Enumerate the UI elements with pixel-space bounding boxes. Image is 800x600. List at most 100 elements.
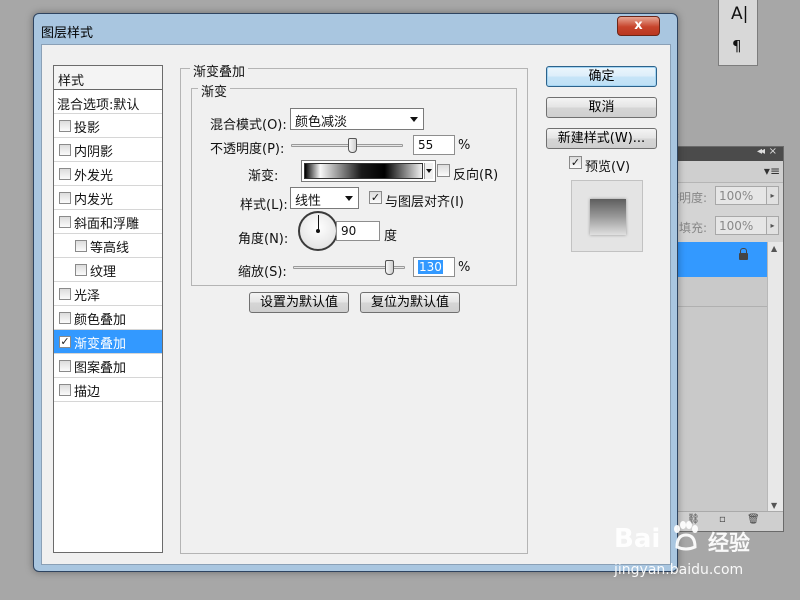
- inner-glow-label: 内发光: [74, 193, 114, 208]
- style-item-pattern-overlay[interactable]: 图案叠加: [54, 354, 162, 378]
- collapse-icon[interactable]: ◂◂: [757, 146, 765, 157]
- new-style-button[interactable]: 新建样式(W)...: [546, 128, 657, 149]
- pattern-overlay-label: 图案叠加: [74, 361, 127, 376]
- style-item-texture[interactable]: 纹理: [54, 258, 162, 282]
- style-label: 样式(L):: [240, 198, 288, 213]
- type-tool-glyph[interactable]: A|: [731, 4, 748, 24]
- panel-close-icon[interactable]: ×: [769, 146, 777, 157]
- stroke-checkbox[interactable]: [59, 384, 71, 396]
- close-button[interactable]: x: [617, 16, 660, 36]
- lock-icon: [739, 248, 748, 260]
- layers-opacity-field[interactable]: 100%: [715, 186, 767, 205]
- set-default-button[interactable]: 设置为默认值: [249, 292, 349, 313]
- pattern-overlay-checkbox[interactable]: [59, 360, 71, 372]
- outer-glow-checkbox[interactable]: [59, 168, 71, 180]
- opacity-percent: %: [458, 138, 471, 153]
- scroll-up-icon[interactable]: ▲: [771, 244, 777, 253]
- style-list: 样式 混合选项:默认 投影 内阴影 外发光 内发光 斜面和浮雕 等高线 纹理 光…: [53, 65, 163, 553]
- contour-checkbox[interactable]: [75, 240, 87, 252]
- scroll-down-icon[interactable]: ▼: [771, 501, 777, 510]
- align-layer-checkbox[interactable]: ✓: [369, 191, 382, 204]
- gradient-overlay-checkbox[interactable]: ✓: [59, 336, 71, 348]
- drop-shadow-label: 投影: [74, 121, 101, 136]
- angle-input[interactable]: 90: [336, 221, 380, 241]
- bevel-emboss-checkbox[interactable]: [59, 216, 71, 228]
- gradient-sub-title: 渐变: [198, 81, 231, 100]
- gradient-dropdown-icon[interactable]: [424, 163, 433, 179]
- layers-scrollbar[interactable]: ▲ ▼: [767, 242, 783, 512]
- watermark-text: 经验: [708, 531, 750, 555]
- style-item-inner-glow[interactable]: 内发光: [54, 186, 162, 210]
- style-item-stroke[interactable]: 描边: [54, 378, 162, 402]
- align-layer-label: 与图层对齐(I): [385, 195, 464, 210]
- style-list-header[interactable]: 样式: [54, 66, 162, 90]
- paw-icon: [674, 521, 698, 551]
- texture-checkbox[interactable]: [75, 264, 87, 276]
- blend-mode-label: 混合模式(O):: [210, 118, 287, 133]
- gradient-overlay-title: 渐变叠加: [190, 61, 249, 80]
- trash-icon[interactable]: 🗑: [747, 514, 760, 525]
- blend-options-label: 混合选项:默认: [57, 98, 140, 113]
- angle-unit: 度: [384, 229, 398, 244]
- ok-button[interactable]: 确定: [546, 66, 657, 87]
- layers-fill-label: 填充:: [679, 221, 708, 235]
- style-item-drop-shadow[interactable]: 投影: [54, 114, 162, 138]
- style-item-inner-shadow[interactable]: 内阴影: [54, 138, 162, 162]
- style-item-satin[interactable]: 光泽: [54, 282, 162, 306]
- bevel-emboss-label: 斜面和浮雕: [74, 217, 140, 232]
- contour-label: 等高线: [90, 241, 130, 256]
- preview-label: 预览(V): [585, 160, 631, 175]
- gradient-label: 渐变:: [248, 169, 279, 184]
- scale-input[interactable]: 130: [413, 257, 455, 277]
- inner-glow-checkbox[interactable]: [59, 192, 71, 204]
- texture-label: 纹理: [90, 265, 117, 280]
- layer-row-background[interactable]: [669, 277, 767, 307]
- opacity-slider-thumb[interactable]: [347, 138, 357, 153]
- reverse-checkbox[interactable]: [437, 164, 450, 177]
- style-item-blend-options[interactable]: 混合选项:默认: [54, 90, 162, 114]
- layers-panel-tabs: ▾≡: [669, 161, 783, 183]
- gradient-swatch[interactable]: [304, 163, 423, 179]
- paragraph-glyph[interactable]: ¶: [732, 37, 742, 55]
- scale-slider-thumb[interactable]: [385, 260, 395, 275]
- panel-menu-icon[interactable]: ▾≡: [764, 164, 780, 178]
- drop-shadow-checkbox[interactable]: [59, 120, 71, 132]
- angle-label: 角度(N):: [238, 232, 289, 247]
- gradient-overlay-label: 渐变叠加: [74, 337, 127, 352]
- layers-opacity-arrow-icon[interactable]: ▸: [767, 186, 779, 205]
- style-value: 线性: [295, 194, 322, 209]
- chevron-down-icon: [345, 196, 353, 201]
- style-item-gradient-overlay[interactable]: ✓ 渐变叠加: [54, 330, 162, 354]
- watermark-url: jingyan.baidu.com: [614, 562, 744, 578]
- layers-opacity-row: 透明度: 100% ▸: [667, 185, 783, 207]
- angle-dial[interactable]: [298, 211, 338, 251]
- layer-row-selected[interactable]: [669, 242, 767, 277]
- blend-mode-value: 颜色减淡: [295, 115, 348, 130]
- stroke-label: 描边: [74, 385, 101, 400]
- style-item-bevel-emboss[interactable]: 斜面和浮雕: [54, 210, 162, 234]
- layers-panel: ◂◂ × ▾≡ 透明度: 100% ▸ 填充: 100% ▸ ▲ ▼ ⛓ ▫ 🗑: [667, 146, 784, 532]
- gradient-picker[interactable]: [301, 160, 436, 182]
- dialog-client: 样式 混合选项:默认 投影 内阴影 外发光 内发光 斜面和浮雕 等高线 纹理 光…: [41, 44, 671, 565]
- cancel-button[interactable]: 取消: [546, 97, 657, 118]
- layers-fill-field[interactable]: 100%: [715, 216, 767, 235]
- scale-value: 130: [418, 260, 443, 274]
- preview-checkbox[interactable]: ✓: [569, 156, 582, 169]
- inner-shadow-checkbox[interactable]: [59, 144, 71, 156]
- opacity-input[interactable]: 55: [413, 135, 455, 155]
- new-layer-icon[interactable]: ▫: [719, 514, 726, 525]
- blend-mode-select[interactable]: 颜色减淡: [290, 108, 424, 130]
- scale-percent: %: [458, 260, 471, 275]
- inner-shadow-label: 内阴影: [74, 145, 114, 160]
- style-select[interactable]: 线性: [290, 187, 359, 209]
- reverse-label: 反向(R): [453, 168, 499, 183]
- style-item-outer-glow[interactable]: 外发光: [54, 162, 162, 186]
- reset-default-button[interactable]: 复位为默认值: [360, 292, 460, 313]
- color-overlay-checkbox[interactable]: [59, 312, 71, 324]
- character-panel: A| ¶: [718, 0, 758, 66]
- style-item-color-overlay[interactable]: 颜色叠加: [54, 306, 162, 330]
- dialog-title: 图层样式: [41, 26, 94, 41]
- layers-fill-arrow-icon[interactable]: ▸: [767, 216, 779, 235]
- style-item-contour[interactable]: 等高线: [54, 234, 162, 258]
- satin-checkbox[interactable]: [59, 288, 71, 300]
